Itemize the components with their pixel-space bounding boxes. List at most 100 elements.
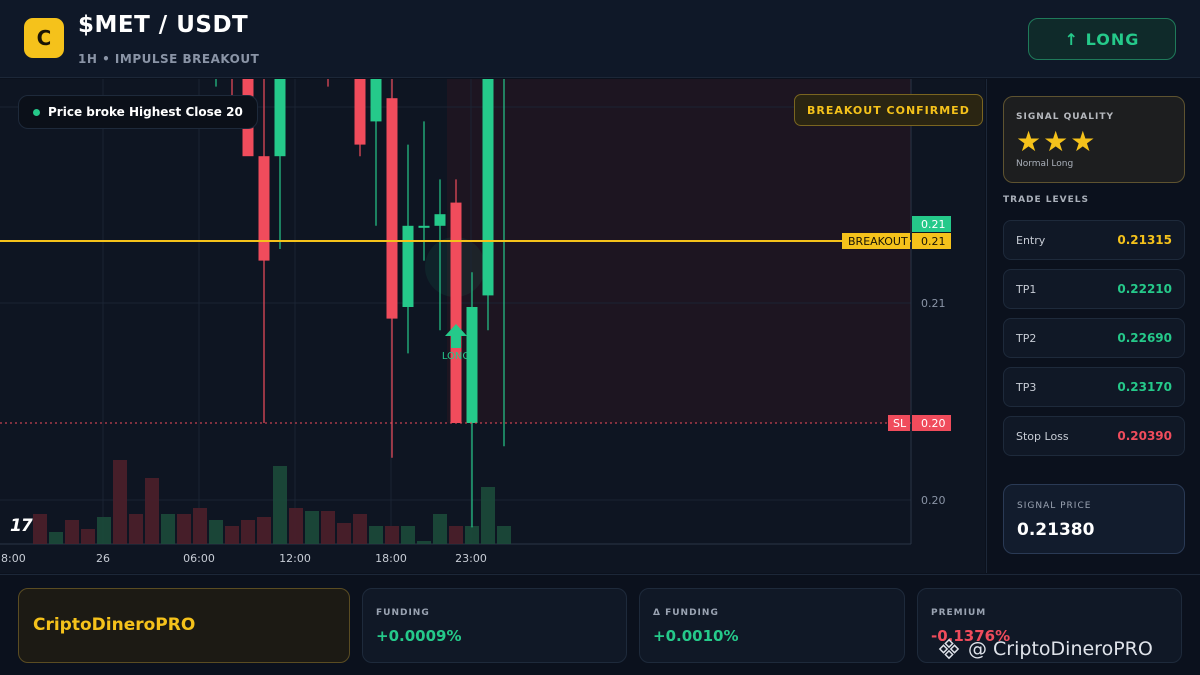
long-signal-marker: LONG: [441, 324, 471, 362]
header: C $MET / USDT 1H • IMPULSE BREAKOUT ↑ LO…: [0, 0, 1200, 78]
brand-name: CriptoDineroPRO: [33, 615, 196, 635]
time-tick-label: 12:00: [279, 552, 311, 565]
candle-body: [354, 79, 366, 145]
level-label: TP1: [1016, 282, 1037, 296]
breakout-hint: Price broke Highest Close 20: [18, 95, 258, 129]
time-tick-label: 23:00: [455, 552, 487, 565]
long-marker-label: LONG: [441, 351, 471, 362]
volume-bar: [65, 520, 79, 544]
level-label: TP3: [1016, 380, 1037, 394]
volume-bar: [241, 520, 255, 544]
volume-bar: [49, 532, 63, 544]
status-dot-icon: [33, 108, 40, 116]
volume-bar: [129, 514, 143, 544]
tradingview-logo-icon: 17: [10, 516, 33, 536]
watermark: @ CriptoDineroPRO: [938, 638, 1153, 660]
level-row-tp1: TP1 0.22210: [1003, 269, 1185, 309]
footer-stats: CriptoDineroPRO FUNDING +0.0009% Δ FUNDI…: [0, 574, 1200, 675]
signal-price-title: SIGNAL PRICE: [1017, 501, 1092, 511]
trade-levels-title: TRADE LEVELS: [1003, 195, 1089, 205]
breakout-name-label: BREAKOUT: [848, 235, 908, 248]
volume-bar: [321, 511, 335, 544]
candle-body: [370, 79, 382, 122]
volume-bar: [481, 487, 495, 544]
stat-title: FUNDING: [376, 608, 430, 618]
level-row-stop-loss: Stop Loss 0.20390: [1003, 416, 1185, 456]
volume-bar: [305, 511, 319, 544]
sl-name-label: SL: [893, 417, 907, 430]
level-value: 0.22210: [1117, 282, 1172, 296]
delta-funding-card: Δ FUNDING +0.0010%: [639, 588, 905, 663]
volume-bar: [209, 520, 223, 544]
price-tick-label: 0.21: [921, 297, 946, 310]
volume-bar: [353, 514, 367, 544]
level-row-tp2: TP2 0.22690: [1003, 318, 1185, 358]
level-value: 0.22690: [1117, 331, 1172, 345]
volume-bar: [497, 526, 511, 544]
volume-bar: [161, 514, 175, 544]
breakout-confirmed-badge: BREAKOUT CONFIRMED: [794, 94, 983, 126]
volume-bar: [465, 526, 479, 544]
coin-logo-icon: C: [24, 18, 64, 58]
binance-logo-icon: [938, 638, 960, 660]
candle-body: [402, 225, 414, 307]
volume-bar: [193, 508, 207, 544]
volume-bar: [289, 508, 303, 544]
candle-body: [258, 156, 270, 261]
brand-card: CriptoDineroPRO: [18, 588, 350, 663]
watermark-text: @ CriptoDineroPRO: [968, 638, 1153, 660]
volume-bar: [369, 526, 383, 544]
volume-bar: [273, 466, 287, 544]
signal-panel: SIGNAL QUALITY ★★★ Normal Long TRADE LEV…: [986, 79, 1200, 573]
risk-zone: [447, 79, 911, 424]
up-arrow-icon: [445, 324, 467, 336]
time-tick-label: 26: [96, 552, 110, 565]
level-row-tp3: TP3 0.23170: [1003, 367, 1185, 407]
candle-body: [482, 79, 494, 296]
level-label: Stop Loss: [1016, 429, 1069, 443]
level-value: 0.23170: [1117, 380, 1172, 394]
breakout-price-label: 0.21: [921, 235, 946, 248]
volume-bar: [449, 526, 463, 544]
funding-card: FUNDING +0.0009%: [362, 588, 627, 663]
volume-bar: [433, 514, 447, 544]
price-chart[interactable]: 0.220.210.200.21BREAKOUT0.21SL0.2018:002…: [0, 79, 985, 573]
sl-price-label: 0.20: [921, 417, 946, 430]
signal-quality-subtitle: Normal Long: [1016, 159, 1074, 169]
volume-bar: [97, 517, 111, 544]
stat-title: Δ FUNDING: [653, 608, 719, 618]
volume-bar: [337, 523, 351, 544]
time-tick-label: 06:00: [183, 552, 215, 565]
volume-bar: [385, 526, 399, 544]
stat-value: +0.0009%: [376, 627, 462, 645]
level-label: TP2: [1016, 331, 1037, 345]
candle-body: [418, 225, 430, 228]
long-signal-button[interactable]: ↑ LONG: [1028, 18, 1176, 60]
signal-price-value: 0.21380: [1017, 520, 1095, 540]
volume-bar: [177, 514, 191, 544]
stat-value: +0.0010%: [653, 627, 739, 645]
level-value: 0.21315: [1117, 233, 1172, 247]
signal-price-card: SIGNAL PRICE 0.21380: [1003, 484, 1185, 554]
up-arrow-stem: [451, 336, 461, 348]
volume-bar: [257, 517, 271, 544]
stat-title: PREMIUM: [931, 608, 987, 618]
candle-body: [434, 214, 446, 226]
timeframe-subtitle: 1H • IMPULSE BREAKOUT: [78, 52, 260, 66]
signal-quality-card: SIGNAL QUALITY ★★★ Normal Long: [1003, 96, 1185, 183]
volume-bar: [113, 460, 127, 544]
candle-body: [450, 202, 462, 423]
volume-bar: [417, 541, 431, 544]
level-label: Entry: [1016, 233, 1046, 247]
signal-quality-title: SIGNAL QUALITY: [1016, 112, 1114, 122]
time-tick-label: 18:00: [0, 552, 26, 565]
price-tick-label: 0.20: [921, 494, 946, 507]
chart-canvas[interactable]: 0.220.210.200.21BREAKOUT0.21SL0.2018:002…: [0, 79, 985, 573]
candle-body: [386, 98, 398, 319]
volume-bar: [145, 478, 159, 544]
volume-bar: [33, 514, 47, 544]
time-tick-label: 18:00: [375, 552, 407, 565]
hint-text: Price broke Highest Close 20: [48, 105, 243, 119]
pair-title: $MET / USDT: [78, 12, 249, 38]
last-price-label: 0.21: [921, 218, 946, 231]
